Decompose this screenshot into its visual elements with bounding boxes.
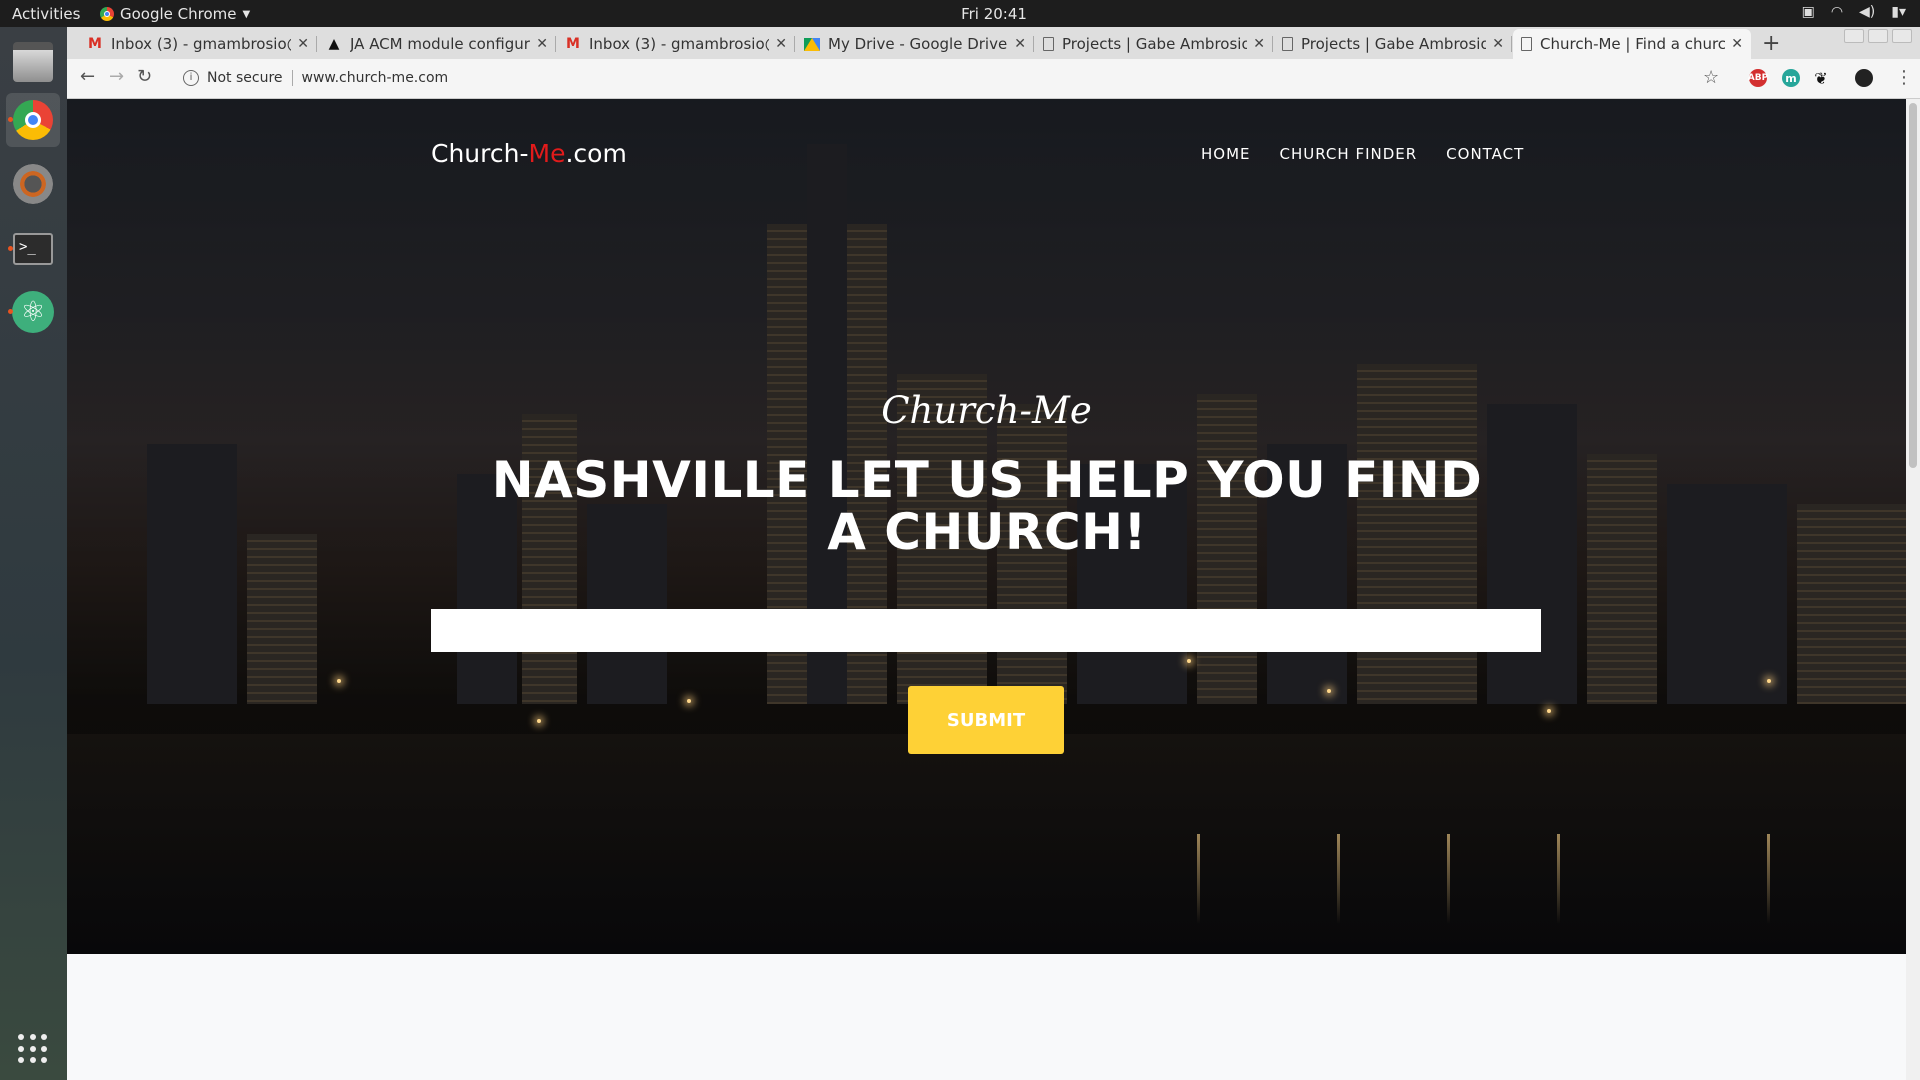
show-applications[interactable] <box>6 1022 60 1076</box>
profile-extension-icon[interactable] <box>1855 69 1873 87</box>
drive-icon <box>804 37 820 51</box>
tab[interactable]: Projects | Gabe Ambrosio ✕ <box>1035 29 1273 59</box>
tab-title: Projects | Gabe Ambrosio <box>1301 35 1487 53</box>
maximize-button[interactable] <box>1868 29 1888 43</box>
wifi-icon[interactable]: ◠ <box>1831 4 1843 20</box>
menu-kebab-icon[interactable]: ⋮ <box>1895 67 1913 88</box>
tab-active[interactable]: Church-Me | Find a church ✕ <box>1513 29 1751 59</box>
church-search-input[interactable] <box>431 609 1541 652</box>
back-icon[interactable]: ← <box>80 66 95 87</box>
tab[interactable]: My Drive - Google Drive ✕ <box>796 29 1034 59</box>
submit-button[interactable]: SUBMIT <box>908 686 1064 754</box>
atom-icon: ⚛ <box>12 291 54 333</box>
brand-prefix: Church- <box>431 139 529 168</box>
dock-atom[interactable]: ⚛ <box>6 285 60 339</box>
gmail-icon: M <box>88 36 102 52</box>
settings-tools-icon <box>13 164 53 204</box>
dock-terminal[interactable]: >_ <box>6 222 60 276</box>
close-icon[interactable]: ✕ <box>297 36 309 52</box>
tab-title: Projects | Gabe Ambrosio <box>1062 35 1248 53</box>
page-viewport: Church-Me.com HOME CHURCH FINDER CONTACT… <box>67 99 1906 1080</box>
tab[interactable]: M Inbox (3) - gmambrosio@ ✕ <box>557 29 795 59</box>
security-label[interactable]: Not secure <box>207 70 283 86</box>
running-indicator <box>8 309 13 314</box>
page-scrollbar[interactable] <box>1906 99 1920 1080</box>
tab-title: Inbox (3) - gmambrosio@ <box>111 35 292 53</box>
close-icon[interactable]: ✕ <box>1014 36 1026 52</box>
files-icon <box>13 42 53 82</box>
os-top-bar: Activities Google Chrome ▼ Fri 20:41 ▣ ◠… <box>0 0 1920 27</box>
divider <box>291 70 293 86</box>
hero-section: Church-Me.com HOME CHURCH FINDER CONTACT… <box>67 99 1906 954</box>
close-icon[interactable]: ✕ <box>536 36 548 52</box>
dock-settings[interactable] <box>6 157 60 211</box>
tab-strip: M Inbox (3) - gmambrosio@ ✕ ▲ JA ACM mod… <box>67 27 1920 59</box>
browser-toolbar: ← → ↻ i Not secure www.church-me.com ☆ A… <box>67 59 1920 99</box>
scrollbar-thumb[interactable] <box>1909 103 1917 468</box>
info-icon[interactable]: i <box>183 70 199 86</box>
hero-subheading: Church-Me <box>881 389 1092 432</box>
tab-title: JA ACM module configur <box>350 35 530 53</box>
page-icon <box>1521 37 1532 51</box>
gmail-icon: M <box>566 36 580 52</box>
nav-links: HOME CHURCH FINDER CONTACT <box>1201 145 1524 163</box>
close-window-button[interactable] <box>1892 29 1912 43</box>
close-icon[interactable]: ✕ <box>1492 36 1504 52</box>
reload-icon[interactable]: ↻ <box>137 66 152 87</box>
close-icon[interactable]: ✕ <box>1253 36 1265 52</box>
terminal-icon: >_ <box>13 233 53 265</box>
extension-icon[interactable]: ❦ <box>1812 69 1830 88</box>
forward-icon[interactable]: → <box>109 66 124 87</box>
hero-heading: NASHVILLE LET US HELP YOU FIND A CHURCH! <box>491 451 1483 561</box>
chrome-icon <box>13 100 53 140</box>
url-text[interactable]: www.church-me.com <box>302 70 449 86</box>
brand-logo-link[interactable]: Church-Me.com <box>431 139 627 168</box>
system-tray[interactable]: ▣ ◠ ◀) ▮▾ <box>1802 4 1906 20</box>
app-grid-icon <box>18 1034 48 1064</box>
minimize-button[interactable] <box>1844 29 1864 43</box>
volume-icon[interactable]: ◀) <box>1859 4 1875 20</box>
address-bar[interactable]: i Not secure www.church-me.com <box>175 64 1695 92</box>
tab[interactable]: ▲ JA ACM module configur ✕ <box>318 29 556 59</box>
brand-suffix: .com <box>565 139 627 168</box>
page-icon <box>1282 37 1293 51</box>
running-indicator <box>8 246 13 251</box>
close-icon[interactable]: ✕ <box>775 36 787 52</box>
m-extension-icon[interactable]: m <box>1782 69 1800 87</box>
clock[interactable]: Fri 20:41 <box>0 5 1920 23</box>
tab[interactable]: Projects | Gabe Ambrosio ✕ <box>1274 29 1512 59</box>
battery-icon[interactable]: ▮▾ <box>1891 4 1906 20</box>
tab-title: Inbox (3) - gmambrosio@ <box>589 35 770 53</box>
nav-contact-link[interactable]: CONTACT <box>1446 145 1524 163</box>
dock-files[interactable] <box>6 35 60 89</box>
nav-home-link[interactable]: HOME <box>1201 145 1251 163</box>
window-controls <box>1844 29 1912 43</box>
brand-accent: Me <box>528 139 566 168</box>
tab-title: Church-Me | Find a church <box>1540 35 1726 53</box>
launcher-dock: >_ ⚛ <box>0 27 67 1080</box>
close-icon[interactable]: ✕ <box>1731 36 1743 52</box>
tab-title: My Drive - Google Drive <box>828 35 1008 53</box>
new-tab-button[interactable]: + <box>1752 29 1790 59</box>
ja-icon: ▲ <box>328 36 340 52</box>
nav-church-finder-link[interactable]: CHURCH FINDER <box>1280 145 1418 163</box>
page-icon <box>1043 37 1054 51</box>
screen-icon[interactable]: ▣ <box>1802 4 1815 20</box>
adblock-extension-icon[interactable]: ABP <box>1748 69 1768 87</box>
tab[interactable]: M Inbox (3) - gmambrosio@ ✕ <box>79 29 317 59</box>
bookmark-star-icon[interactable]: ☆ <box>1703 67 1719 88</box>
site-navbar: Church-Me.com HOME CHURCH FINDER CONTACT <box>67 99 1906 189</box>
dock-chrome[interactable] <box>6 93 60 147</box>
